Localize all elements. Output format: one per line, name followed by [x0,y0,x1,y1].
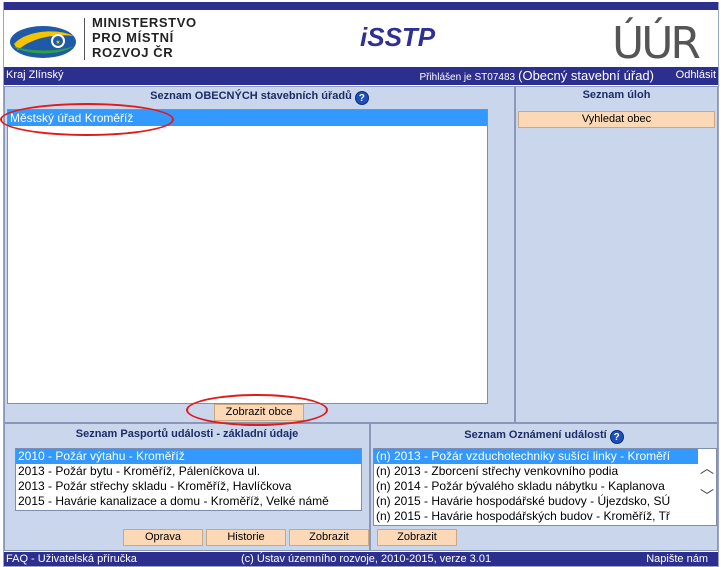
notices-panel: Seznam Oznámení událostí? (n) 2013 - Pož… [370,423,718,551]
top-strip [4,2,718,10]
list-item[interactable]: 2013 - Požár střechy skladu - Kroměříž, … [16,479,361,494]
show-municipalities-button[interactable]: Zobrazit obce [214,404,304,421]
svg-text:★: ★ [55,39,60,46]
passports-panel: Seznam Pasportů události - základní údaj… [4,423,370,551]
login-info: Přihlášen je ST07483 (Obecný stavební úř… [419,68,654,83]
list-item[interactable]: (n) 2015 - Havárie hospodářské budovy - … [374,494,700,509]
copyright: (c) Ústav územního rozvoje, 2010-2015, v… [241,553,492,565]
offices-panel-title-text: Seznam OBECNÝCH stavebních úřadů [150,90,352,102]
list-item[interactable]: 2010 - Požár výtahu - Kroměříž [16,449,361,464]
list-item[interactable]: (n) 2013 - Zborcení střechy venkovního p… [374,464,700,479]
logout-link[interactable]: Odhlásit [676,69,716,81]
chevron-down-icon[interactable]: ﹀ [700,489,714,503]
user-bar: Kraj Zlínský Přihlášen je ST07483 (Obecn… [4,67,718,85]
logo-separator [84,18,85,60]
notices-scrollbar[interactable]: ︿ ﹀ [698,449,716,525]
show-passport-button[interactable]: Zobrazit [289,529,369,546]
list-item[interactable]: (n) 2014 - Požár bývalého skladu nábytku… [374,479,700,494]
list-item[interactable]: 2015 - Havárie kanalizace a domu - Kromě… [16,494,361,509]
tasks-panel: Seznam úloh Vyhledat obec [515,86,718,423]
notices-panel-title: Seznam Oznámení událostí? [371,429,717,444]
mmr-logo-icon: ★ [10,26,76,58]
list-item[interactable]: Městský úřad Kroměříž [8,110,487,126]
login-role: (Obecný stavební úřad) [518,68,654,83]
tasks-panel-title: Seznam úloh [582,89,651,101]
help-icon[interactable]: ? [609,430,624,444]
footer: FAQ - Uživatelská příručka (c) Ústav úze… [4,552,718,566]
list-item[interactable]: (n) 2015 - Havárie hospodářských budov -… [374,509,700,524]
passports-listbox[interactable]: 2010 - Požár výtahu - Kroměříž 2013 - Po… [15,448,362,511]
edit-button[interactable]: Oprava [123,529,203,546]
contact-link[interactable]: Napište nám [646,553,708,565]
chevron-up-icon[interactable]: ︿ [700,461,714,475]
notices-listbox[interactable]: (n) 2013 - Požár vzduchotechniky sušící … [373,448,717,526]
show-notice-button[interactable]: Zobrazit [377,529,457,546]
notices-panel-title-text: Seznam Oznámení událostí [464,429,607,441]
search-municipality-button[interactable]: Vyhledat obec [518,111,715,128]
region-label: Kraj Zlínský [6,69,64,81]
ministry-line-3: ROZVOJ ČR [92,45,174,60]
uur-logo-icon: ÚÚR [612,16,703,64]
offices-listbox[interactable]: Městský úřad Kroměříž [7,109,488,404]
ministry-line-2: PRO MÍSTNÍ [92,30,174,45]
faq-link[interactable]: FAQ - Uživatelská příručka [6,553,137,565]
app-title: iSSTP [360,22,436,52]
help-icon[interactable]: ? [354,91,369,105]
login-user: Přihlášen je ST07483 [419,72,516,83]
list-item[interactable]: 2013 - Požár bytu - Kroměříž, Páleníčkov… [16,464,361,479]
passports-panel-title: Seznam Pasportů události - základní údaj… [75,428,299,440]
history-button[interactable]: Historie [206,529,286,546]
offices-panel-title: Seznam OBECNÝCH stavebních úřadů? [5,90,514,105]
uur-logo-text: ÚÚR [612,16,700,64]
ministry-line-1: MINISTERSTVO [92,15,197,30]
offices-panel: Seznam OBECNÝCH stavebních úřadů? Městsk… [4,86,515,423]
ministry-name: MINISTERSTVO PRO MÍSTNÍ ROZVOJ ČR [92,15,197,60]
header: ★ MINISTERSTVO PRO MÍSTNÍ ROZVOJ ČR iSST… [4,10,718,67]
list-item[interactable]: (n) 2013 - Požár vzduchotechniky sušící … [374,449,700,464]
